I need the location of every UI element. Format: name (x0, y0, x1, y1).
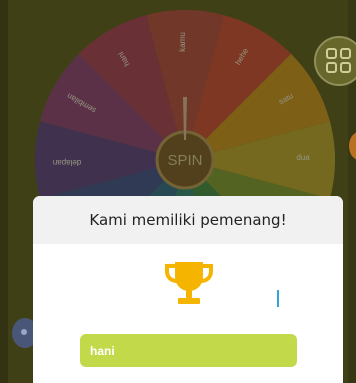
trophy-icon (165, 262, 213, 304)
share-icon (21, 329, 27, 335)
menu-button[interactable] (314, 36, 356, 86)
winner-name: hani (90, 343, 115, 358)
spin-wheel-app: hehesatuduatigaempatlimaenamtujuhdelapan… (0, 0, 356, 383)
dialog-title: Kami memiliki pemenang! (89, 211, 287, 229)
winner-dialog: Kami memiliki pemenang! hani (33, 196, 343, 383)
dialog-header: Kami memiliki pemenang! (33, 196, 343, 244)
wheel-slice-label: delapan (53, 158, 81, 167)
winner-name-field[interactable]: hani (80, 334, 297, 367)
spin-label: SPIN (167, 152, 202, 169)
wheel-slice-label: kamu (178, 32, 187, 52)
wheel-slice-label: dua (296, 153, 310, 162)
grid-icon (326, 48, 337, 59)
text-cursor (277, 290, 279, 307)
